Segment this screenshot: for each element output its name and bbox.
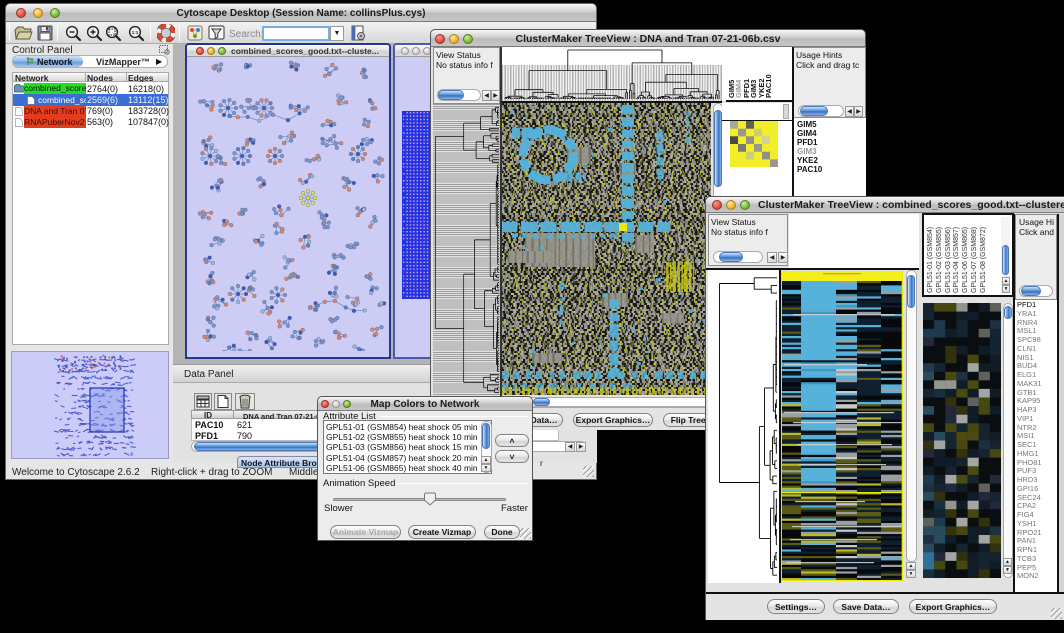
svg-text:1:1: 1:1 xyxy=(132,30,139,35)
